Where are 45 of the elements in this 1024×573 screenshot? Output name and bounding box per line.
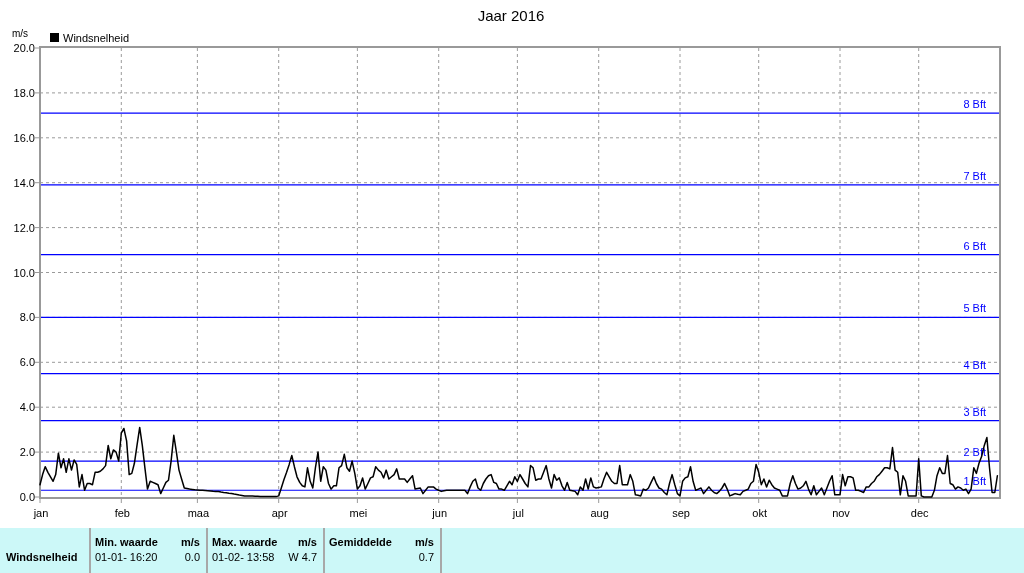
x-axis-label: nov <box>832 507 850 519</box>
beaufort-scale-label: 5 Bft <box>963 302 986 315</box>
y-axis-label: 4.0 <box>19 401 35 414</box>
column-header: Min. waarde <box>95 535 158 550</box>
y-axis-label: 20.0 <box>13 42 35 54</box>
unit-label: m/s <box>181 535 200 550</box>
beaufort-scale-label: 8 Bft <box>963 98 986 111</box>
chart-title: Jaar 2016 <box>477 7 545 24</box>
value-cell: 0.7 <box>418 550 434 565</box>
x-axis-label: jan <box>33 507 49 519</box>
row-label: Windsnelheid <box>6 551 78 563</box>
y-axis-label: 18.0 <box>13 86 35 99</box>
x-axis-label: okt <box>752 507 768 519</box>
y-axis-label: 10.0 <box>13 266 35 279</box>
y-axis-label: 8.0 <box>19 311 35 324</box>
unit-label: m/s <box>415 535 434 550</box>
y-axis-label: 6.0 <box>19 356 35 369</box>
x-axis-label: mei <box>349 507 368 519</box>
x-axis-label: maa <box>187 507 210 519</box>
column-header: Gemiddelde <box>329 535 392 550</box>
x-axis-label: jun <box>432 507 448 519</box>
y-axis-unit: m/s <box>12 28 29 39</box>
beaufort-scale-label: 1 Bft <box>963 475 986 488</box>
x-axis-label: feb <box>114 507 130 519</box>
timestamp: 01-01- 16:20 <box>95 550 158 565</box>
x-axis-label: sep <box>672 507 690 519</box>
beaufort-scale-label: 3 Bft <box>963 405 986 418</box>
unit-label: m/s <box>298 535 317 550</box>
legend-label: Windsnelheid <box>63 32 130 44</box>
beaufort-scale-label: 7 Bft <box>963 169 986 182</box>
value-cell: W 4.7 <box>288 550 317 565</box>
timestamp: 01-02- 13:58 <box>212 550 275 565</box>
y-axis-label: 14.0 <box>13 176 35 189</box>
x-axis-label: aug <box>590 507 609 519</box>
y-axis-label: 2.0 <box>19 446 35 459</box>
y-axis-label: 16.0 <box>13 131 35 144</box>
x-axis-label: apr <box>271 507 288 519</box>
y-axis-label: 0.0 <box>19 491 35 503</box>
column-header: Max. waarde <box>212 535 278 550</box>
x-axis-label: jul <box>512 507 524 519</box>
y-axis-label: 12.0 <box>13 221 35 234</box>
value-cell: 0.0 <box>184 550 200 565</box>
x-axis-label: dec <box>910 507 929 519</box>
beaufort-scale-label: 4 Bft <box>963 358 986 371</box>
beaufort-scale-label: 6 Bft <box>963 239 986 252</box>
